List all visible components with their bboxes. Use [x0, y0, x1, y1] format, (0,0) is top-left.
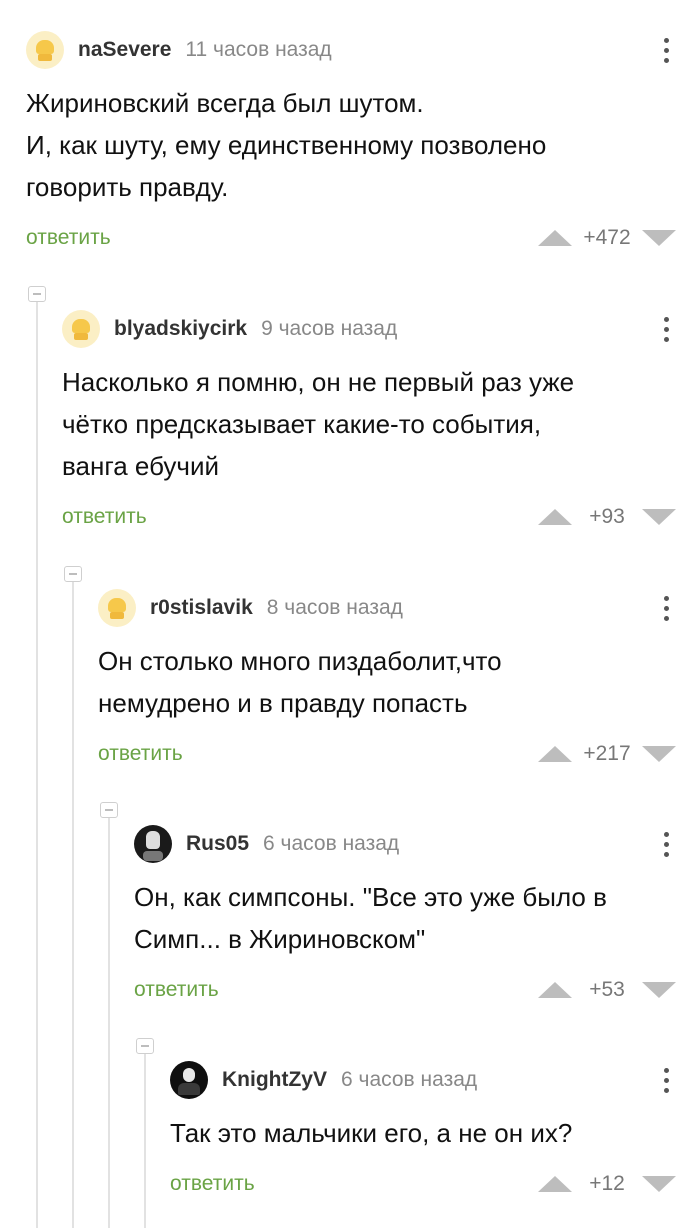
- collapse-thread-button[interactable]: [100, 802, 118, 818]
- comment-text-line: Насколько я помню, он не первый раз уже: [62, 367, 575, 397]
- comment-footer: ответить +472: [26, 218, 676, 258]
- vote-down-icon[interactable]: [642, 509, 676, 525]
- more-options-icon[interactable]: [656, 824, 676, 864]
- collapse-thread-button[interactable]: [136, 1038, 154, 1054]
- comment-time: 9 часов назад: [261, 317, 398, 340]
- comment-header: KnightZyV 6 часов назад: [170, 1060, 676, 1100]
- comment-header: blyadskiycirk 9 часов назад: [62, 309, 676, 349]
- comment-text-line: немудрено и в правду попасть: [98, 688, 468, 718]
- comment-time: 8 часов назад: [266, 596, 403, 619]
- comment: naSevere 11 часов назад Жириновский всег…: [26, 30, 676, 258]
- comment-text-line: Он, как симпсоны. "Все это уже было в: [134, 882, 607, 912]
- comment: Rus05 6 часов назад Он, как симпсоны. "В…: [134, 824, 676, 1010]
- comment-footer: ответить +12: [170, 1164, 676, 1204]
- username[interactable]: KnightZyV: [222, 1068, 327, 1092]
- comment-footer: ответить +53: [134, 970, 676, 1010]
- comment-time: 6 часов назад: [341, 1068, 478, 1091]
- comment-rating: +217: [583, 742, 631, 765]
- comment-time: 6 часов назад: [263, 832, 400, 855]
- comment-footer: ответить +217: [98, 734, 676, 774]
- comment-text-line: Он столько много пиздаболит,что: [98, 646, 502, 676]
- comment-text-line: ванга ебучий: [62, 451, 220, 481]
- comment-text-line: Симп... в Жириновском": [134, 924, 426, 954]
- user-avatar-icon[interactable]: [134, 825, 172, 863]
- reply-button[interactable]: ответить: [26, 226, 111, 250]
- username[interactable]: r0stislavik: [150, 596, 253, 620]
- comment-rating: +53: [589, 978, 625, 1001]
- comment: KnightZyV 6 часов назад Так это мальчики…: [170, 1060, 676, 1204]
- default-avatar-icon[interactable]: [26, 31, 64, 69]
- comment-header: naSevere 11 часов назад: [26, 30, 676, 70]
- comment-rating: +472: [583, 226, 631, 249]
- comment-text-line: говорить правду.: [26, 172, 229, 202]
- vote-up-icon[interactable]: [538, 746, 572, 762]
- username[interactable]: Rus05: [186, 832, 249, 856]
- vote-up-icon[interactable]: [538, 509, 572, 525]
- comment: r0stislavik 8 часов назад Он столько мно…: [98, 588, 676, 774]
- comment-text: Насколько я помню, он не первый раз уже …: [62, 361, 676, 487]
- comment: blyadskiycirk 9 часов назад Насколько я …: [62, 309, 676, 537]
- collapse-thread-button[interactable]: [28, 286, 46, 302]
- reply-button[interactable]: ответить: [98, 742, 183, 766]
- username[interactable]: blyadskiycirk: [114, 317, 247, 341]
- thread-line: [144, 1054, 146, 1228]
- vote-up-icon[interactable]: [538, 230, 572, 246]
- comment-header: Rus05 6 часов назад: [134, 824, 676, 864]
- comment-text: Он столько много пиздаболит,что немудрен…: [98, 640, 676, 724]
- comment-time: 11 часов назад: [185, 38, 332, 61]
- comment-text: Так это мальчики его, а не он их?: [170, 1112, 676, 1154]
- vote-down-icon[interactable]: [642, 982, 676, 998]
- comment-rating: +93: [589, 505, 625, 528]
- joker-avatar-icon[interactable]: [170, 1061, 208, 1099]
- reply-button[interactable]: ответить: [170, 1172, 255, 1196]
- more-options-icon[interactable]: [656, 588, 676, 628]
- comment-footer: ответить +93: [62, 497, 676, 537]
- vote-up-icon[interactable]: [538, 1176, 572, 1192]
- thread-line: [108, 818, 110, 1228]
- comment-text: Жириновский всегда был шутом. И, как шут…: [26, 82, 676, 208]
- comment-rating: +12: [589, 1172, 625, 1195]
- thread-line: [36, 302, 38, 1228]
- reply-button[interactable]: ответить: [62, 505, 147, 529]
- more-options-icon[interactable]: [656, 1060, 676, 1100]
- comment-text: Он, как симпсоны. "Все это уже было в Си…: [134, 876, 676, 960]
- comment-text-line: чётко предсказывает какие-то события,: [62, 409, 542, 439]
- default-avatar-icon[interactable]: [98, 589, 136, 627]
- comment-text-line: И, как шуту, ему единственному позволено: [26, 130, 547, 160]
- comment-header: r0stislavik 8 часов назад: [98, 588, 676, 628]
- vote-down-icon[interactable]: [642, 746, 676, 762]
- comment-text-line: Жириновский всегда был шутом.: [26, 88, 424, 118]
- vote-down-icon[interactable]: [642, 1176, 676, 1192]
- default-avatar-icon[interactable]: [62, 310, 100, 348]
- comment-text-line: Так это мальчики его, а не он их?: [170, 1118, 573, 1148]
- more-options-icon[interactable]: [656, 30, 676, 70]
- username[interactable]: naSevere: [78, 38, 171, 62]
- more-options-icon[interactable]: [656, 309, 676, 349]
- vote-up-icon[interactable]: [538, 982, 572, 998]
- vote-down-icon[interactable]: [642, 230, 676, 246]
- reply-button[interactable]: ответить: [134, 978, 219, 1002]
- collapse-thread-button[interactable]: [64, 566, 82, 582]
- thread-line: [72, 582, 74, 1228]
